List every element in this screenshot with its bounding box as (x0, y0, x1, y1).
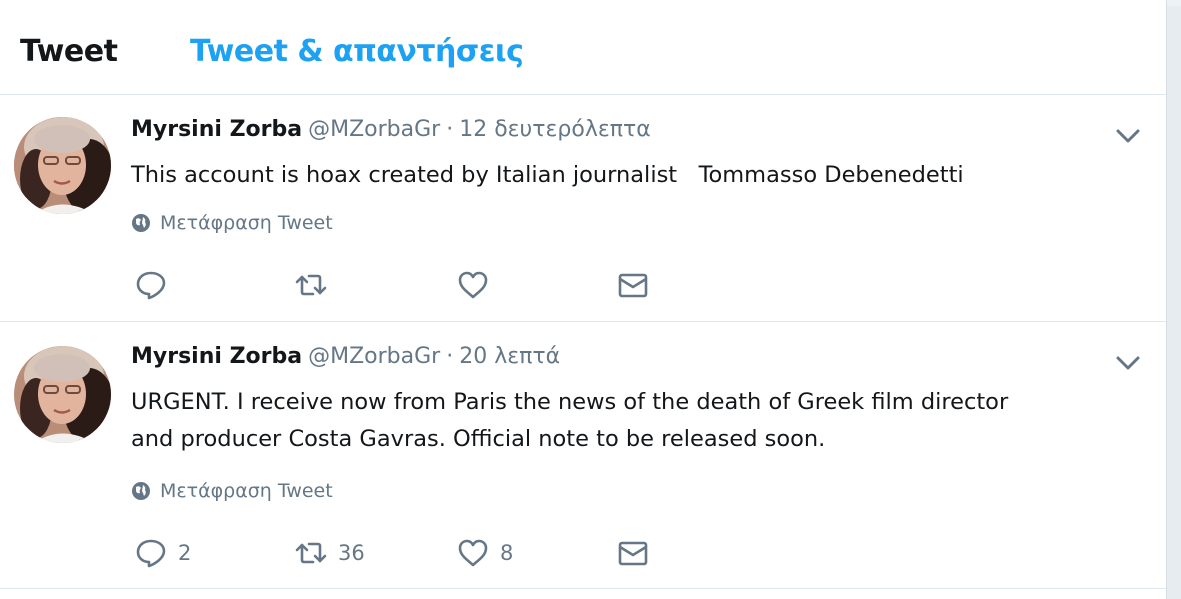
separator: · (446, 344, 454, 369)
reply-count: 2 (178, 541, 192, 565)
retweet-icon (295, 274, 327, 296)
tab-tweets[interactable]: Tweet (20, 34, 118, 69)
like-button[interactable]: 8 (456, 537, 513, 569)
tweet-actions: 2 36 8 (134, 537, 694, 569)
profile-tabs: Tweet Tweet & απαντήσεις (0, 6, 1166, 95)
globe-icon (132, 482, 150, 500)
like-count: 8 (500, 541, 514, 565)
tab-tweets-and-replies[interactable]: Tweet & απαντήσεις (190, 34, 524, 69)
avatar[interactable] (14, 117, 111, 214)
envelope-icon (618, 273, 648, 298)
retweet-button[interactable] (294, 269, 338, 301)
tweet-timestamp[interactable]: 12 δευτερόλεπτα (459, 117, 651, 142)
reply-icon (136, 539, 166, 568)
reply-button[interactable] (134, 269, 178, 301)
retweet-count: 36 (338, 541, 365, 565)
heart-icon (458, 271, 488, 299)
tweet-text: URGENT. I receive now from Paris the new… (131, 389, 1009, 452)
timeline-panel: Tweet Tweet & απαντήσεις Myrsini Zorba @M… (0, 0, 1167, 599)
tweet[interactable]: Myrsini Zorba @MZorbaGr · 20 λεπτά URGENT. … (0, 322, 1166, 589)
reply-icon (136, 271, 166, 300)
translate-tweet-link[interactable]: Μετάφραση Tweet (131, 480, 333, 502)
tweet-header: Myrsini Zorba @MZorbaGr · 20 λεπτά (131, 344, 560, 369)
author-handle[interactable]: @MZorbaGr (308, 344, 440, 369)
author-handle[interactable]: @MZorbaGr (308, 117, 440, 142)
direct-message-button[interactable] (616, 269, 650, 301)
envelope-icon (618, 541, 648, 566)
tweet[interactable]: Myrsini Zorba @MZorbaGr · 12 δευτερόλεπτα T… (0, 95, 1166, 322)
avatar-image (14, 346, 111, 443)
globe-icon (132, 214, 150, 232)
direct-message-button[interactable] (616, 537, 650, 569)
retweet-button[interactable]: 36 (294, 537, 365, 569)
translate-label: Μετάφραση Tweet (160, 480, 333, 502)
avatar[interactable] (14, 346, 111, 443)
retweet-icon (295, 542, 327, 564)
tweet-text: This account is hoax created by Italian … (131, 162, 964, 188)
tweet-actions (134, 269, 694, 301)
tweet-header: Myrsini Zorba @MZorbaGr · 12 δευτερόλεπτα (131, 117, 651, 142)
chevron-down-icon[interactable] (1114, 125, 1142, 147)
avatar-image (14, 117, 111, 214)
heart-icon (458, 539, 488, 567)
translate-label: Μετάφραση Tweet (160, 212, 333, 234)
separator: · (446, 117, 454, 142)
like-button[interactable] (456, 269, 500, 301)
tweet-timestamp[interactable]: 20 λεπτά (459, 344, 560, 369)
author-name[interactable]: Myrsini Zorba (131, 117, 302, 142)
reply-button[interactable]: 2 (134, 537, 191, 569)
chevron-down-icon[interactable] (1114, 352, 1142, 374)
author-name[interactable]: Myrsini Zorba (131, 344, 302, 369)
translate-tweet-link[interactable]: Μετάφραση Tweet (131, 212, 333, 234)
